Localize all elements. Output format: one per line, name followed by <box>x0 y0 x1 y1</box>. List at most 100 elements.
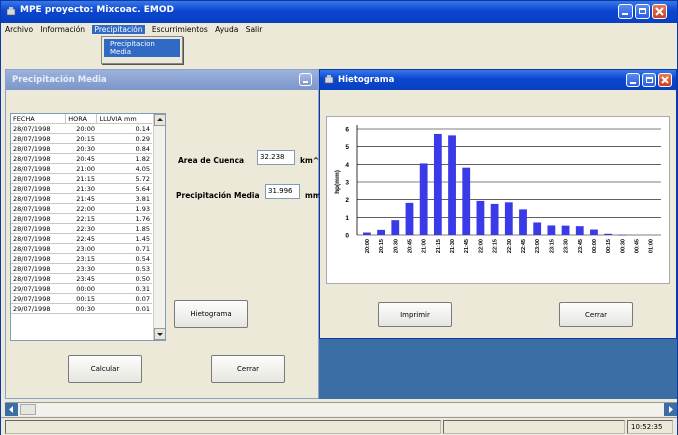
table-scrollbar[interactable] <box>153 114 165 340</box>
cell-lluvia: 0.54 <box>96 253 152 264</box>
cell-fecha: 28/07/1998 <box>11 133 66 144</box>
cell-lluvia: 0.01 <box>96 303 152 314</box>
cell-fecha: 28/07/1998 <box>11 233 66 244</box>
table-row[interactable]: 28/07/1998 20:45 1.82 <box>11 153 152 164</box>
table-row[interactable]: 28/07/1998 23:00 0.71 <box>11 243 152 254</box>
table-row[interactable]: 28/07/1998 20:00 0.14 <box>11 123 152 134</box>
table-row[interactable]: 28/07/1998 21:45 3.81 <box>11 193 152 204</box>
imprimir-button[interactable]: Imprimir <box>378 302 452 327</box>
table-row[interactable]: 28/07/1998 20:15 0.29 <box>11 133 152 144</box>
bar <box>363 232 371 235</box>
table-row[interactable]: 28/07/1998 21:00 4.05 <box>11 163 152 174</box>
scroll-left-button[interactable] <box>5 403 18 416</box>
scroll-right-button[interactable] <box>664 403 677 416</box>
main-title-bar[interactable]: MPE proyecto: Mixcoac. EMOD <box>1 1 677 23</box>
cell-fecha: 28/07/1998 <box>11 163 66 174</box>
x-tick-label: 21:15 <box>436 239 442 253</box>
cell-fecha: 28/07/1998 <box>11 213 66 224</box>
hietograma-close-button[interactable] <box>658 73 672 87</box>
precipitacion-media-field[interactable]: 31.996 <box>265 184 300 199</box>
table-row[interactable]: 28/07/1998 22:00 1.93 <box>11 203 152 214</box>
app-icon <box>6 6 16 16</box>
cerrar-button[interactable]: Cerrar <box>211 355 285 383</box>
cell-fecha: 29/07/1998 <box>11 283 66 294</box>
horizontal-scrollbar[interactable] <box>5 402 677 416</box>
precipitacion-minimize-button[interactable] <box>299 73 312 86</box>
x-tick-label: 22:45 <box>521 239 527 253</box>
precipitacion-title-bar[interactable]: Precipitación Media <box>6 70 318 90</box>
scroll-thumb[interactable] <box>20 404 36 415</box>
cell-lluvia: 1.45 <box>96 233 152 244</box>
x-tick-label: 23:00 <box>535 239 541 253</box>
cell-lluvia: 5.72 <box>96 173 152 184</box>
submenu-item-precipitacion-media[interactable]: Precipitacion Media <box>104 39 180 57</box>
precipitacion-submenu: Precipitacion Media <box>101 36 183 64</box>
bar <box>419 163 428 235</box>
hietograma-button[interactable]: Hietograma <box>174 300 248 328</box>
table-row[interactable]: 28/07/1998 21:30 5.64 <box>11 183 152 194</box>
scroll-up-button[interactable] <box>154 114 165 126</box>
menu-informacion[interactable]: Información <box>40 25 85 34</box>
y-tick-label: 6 <box>345 127 349 134</box>
bar <box>490 203 499 235</box>
table-row[interactable]: 28/07/1998 23:30 0.53 <box>11 263 152 274</box>
y-tick-label: 0 <box>345 233 349 240</box>
x-tick-label: 22:30 <box>507 239 513 253</box>
minimize-icon <box>622 13 628 15</box>
calcular-button[interactable]: Calcular <box>68 355 142 383</box>
status-time: 10:52:35 <box>627 420 673 434</box>
minimize-icon <box>630 82 636 84</box>
x-tick-label: 23:15 <box>549 239 555 253</box>
cell-fecha: 28/07/1998 <box>11 253 66 264</box>
header-lluvia[interactable]: LLUVIA mm <box>96 114 152 124</box>
minimize-button[interactable] <box>618 4 633 19</box>
precipitation-table[interactable]: FECHA HORA LLUVIA mm 28/07/1998 20:00 0.14… <box>10 113 166 341</box>
hietograma-minimize-button[interactable] <box>626 73 640 87</box>
x-tick-label: 20:00 <box>365 239 371 253</box>
hietograma-cerrar-button[interactable]: Cerrar <box>559 302 633 327</box>
arrow-up-icon <box>157 118 163 121</box>
cell-hora: 20:30 <box>65 143 97 154</box>
table-row[interactable]: 29/07/1998 00:15 0.07 <box>11 293 152 304</box>
bar <box>575 226 584 235</box>
close-button[interactable] <box>652 4 667 19</box>
hietograma-maximize-button[interactable] <box>642 73 656 87</box>
x-tick-label: 20:15 <box>379 239 385 253</box>
cell-fecha: 28/07/1998 <box>11 243 66 254</box>
menu-archivo[interactable]: Archivo <box>5 25 33 34</box>
table-row[interactable]: 28/07/1998 23:45 0.50 <box>11 273 152 284</box>
x-tick-label: 23:30 <box>564 239 570 253</box>
table-row[interactable]: 28/07/1998 21:15 5.72 <box>11 173 152 184</box>
hietograma-title-bar[interactable]: Hietograma <box>320 70 676 90</box>
header-fecha[interactable]: FECHA <box>11 114 67 124</box>
precipitacion-media-label: Precipitación Media <box>176 191 260 200</box>
menu-ayuda[interactable]: Ayuda <box>215 25 238 34</box>
cell-lluvia: 0.14 <box>96 123 152 134</box>
bar <box>590 229 598 235</box>
table-row[interactable]: 28/07/1998 23:15 0.54 <box>11 253 152 264</box>
area-cuenca-field[interactable]: 32.238 <box>257 150 295 165</box>
menu-escurrimientos[interactable]: Escurrimientos <box>152 25 208 34</box>
table-row[interactable]: 29/07/1998 00:00 0.31 <box>11 283 152 294</box>
table-row[interactable]: 28/07/1998 22:45 1.45 <box>11 233 152 244</box>
table-row[interactable]: 28/07/1998 20:30 0.84 <box>11 143 152 154</box>
bar <box>533 222 542 235</box>
menu-salir[interactable]: Salir <box>246 25 263 34</box>
header-hora[interactable]: HORA <box>65 114 98 124</box>
app-title: MPE proyecto: Mixcoac. EMOD <box>20 5 174 15</box>
cell-hora: 20:15 <box>65 133 97 144</box>
table-row[interactable]: 29/07/1998 00:30 0.01 <box>11 303 152 314</box>
menu-precipitacion[interactable]: Precipitación <box>92 25 145 34</box>
maximize-button[interactable] <box>635 4 650 19</box>
scroll-down-button[interactable] <box>154 328 165 340</box>
x-tick-label: 21:45 <box>464 239 470 253</box>
cell-hora: 20:00 <box>65 123 97 134</box>
bar <box>448 135 456 235</box>
cell-hora: 22:00 <box>65 203 97 214</box>
table-row[interactable]: 28/07/1998 22:30 1.85 <box>11 223 152 234</box>
cell-fecha: 28/07/1998 <box>11 173 66 184</box>
y-tick-label: 2 <box>345 197 349 204</box>
hietograma-window-title: Hietograma <box>338 75 395 85</box>
table-row[interactable]: 28/07/1998 22:15 1.76 <box>11 213 152 224</box>
cell-hora: 23:45 <box>65 273 97 284</box>
